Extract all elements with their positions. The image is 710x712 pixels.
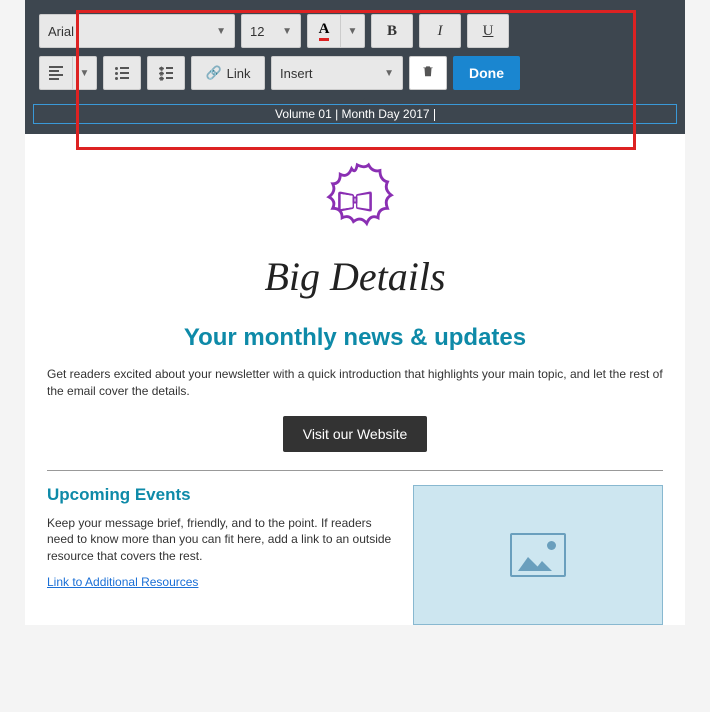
bold-icon: B <box>387 23 397 40</box>
chevron-down-icon: ▼ <box>348 26 358 37</box>
font-family-value: Arial <box>48 24 74 39</box>
font-color-picker[interactable]: A ▼ <box>307 14 365 48</box>
intro-text: Get readers excited about your newslette… <box>47 366 663 400</box>
trash-icon <box>421 64 435 83</box>
numbered-list-icon: 1 2 3 <box>159 67 173 80</box>
numbered-list-button[interactable]: 1 2 3 <box>147 56 185 90</box>
chevron-down-icon: ▼ <box>216 26 226 37</box>
italic-icon: I <box>438 23 443 40</box>
align-left-icon <box>49 66 63 80</box>
volume-text-value: Volume 01 | Month Day 2017 <box>275 107 430 121</box>
font-size-select[interactable]: 12 ▼ <box>241 14 301 48</box>
underline-icon: U <box>483 23 494 40</box>
done-button[interactable]: Done <box>453 56 520 90</box>
insert-label: Insert <box>280 66 313 81</box>
visit-website-button[interactable]: Visit our Website <box>283 416 428 452</box>
bulleted-list-button[interactable] <box>103 56 141 90</box>
insert-select[interactable]: Insert ▼ <box>271 56 403 90</box>
divider <box>47 470 663 471</box>
link-icon: 🔗 <box>205 65 221 81</box>
font-size-value: 12 <box>250 24 264 39</box>
image-placeholder-icon <box>510 533 566 577</box>
chevron-down-icon: ▼ <box>282 26 292 37</box>
headline-text: Your monthly news & updates <box>47 324 663 352</box>
email-editor: Arial ▼ 12 ▼ A ▼ B I U ▼ <box>25 0 685 625</box>
section-body: Keep your message brief, friendly, and t… <box>47 515 393 565</box>
bold-button[interactable]: B <box>371 14 413 48</box>
editing-row: Volume 01 | Month Day 2017 <box>25 100 685 134</box>
logo-block: Big Details <box>47 152 663 300</box>
delete-button[interactable] <box>409 56 447 90</box>
link-button[interactable]: 🔗 Link <box>191 56 265 90</box>
chevron-down-icon: ▼ <box>80 68 90 79</box>
italic-button[interactable]: I <box>419 14 461 48</box>
email-content: Big Details Your monthly news & updates … <box>25 134 685 625</box>
section-title: Upcoming Events <box>47 485 393 505</box>
image-placeholder[interactable] <box>413 485 663 625</box>
link-label: Link <box>227 66 251 81</box>
font-family-select[interactable]: Arial ▼ <box>39 14 235 48</box>
bulleted-list-icon <box>115 67 129 80</box>
underline-button[interactable]: U <box>467 14 509 48</box>
bowtie-icon <box>339 193 371 207</box>
volume-text-input[interactable]: Volume 01 | Month Day 2017 <box>33 104 677 124</box>
brand-name: Big Details <box>47 253 663 300</box>
text-align-picker[interactable]: ▼ <box>39 56 97 90</box>
font-color-icon: A <box>319 22 330 41</box>
chevron-down-icon: ▼ <box>384 68 394 79</box>
text-toolbar: Arial ▼ 12 ▼ A ▼ B I U ▼ <box>25 0 685 100</box>
additional-resources-link[interactable]: Link to Additional Resources <box>47 575 198 589</box>
